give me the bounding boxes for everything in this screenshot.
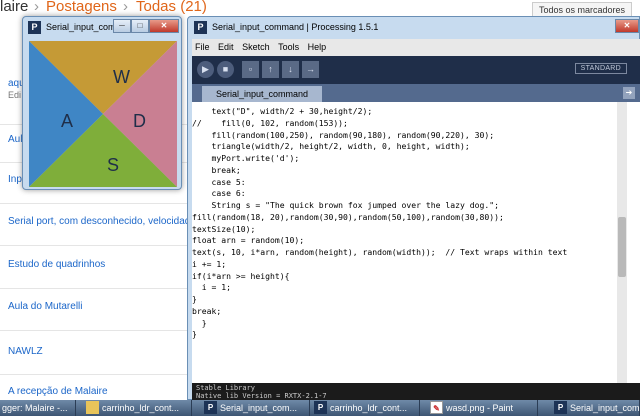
- run-button[interactable]: ▶: [197, 61, 214, 78]
- processing-icon: P: [554, 401, 567, 414]
- divider: [0, 288, 190, 289]
- processing-icon: P: [28, 21, 41, 34]
- divider: [0, 245, 190, 246]
- code-line: String s = "The quick brown fox jumped o…: [192, 200, 499, 210]
- taskbar-item-paint[interactable]: ✎ wasd.png - Paint: [426, 400, 538, 416]
- ide-titlebar[interactable]: P Serial_input_command | Processing 1.5.…: [188, 17, 639, 39]
- open-button[interactable]: ↑: [262, 61, 279, 78]
- taskbar-item-blogger[interactable]: gger: Malaire -...: [0, 400, 76, 416]
- save-button[interactable]: ↓: [282, 61, 299, 78]
- console-line: Stable Library: [196, 384, 256, 392]
- code-line: textSize(10);: [192, 223, 256, 234]
- vertical-scrollbar[interactable]: [617, 102, 627, 383]
- console-line: Native lib Version = RXTX-2.1-7: [196, 392, 327, 400]
- export-button[interactable]: →: [302, 61, 319, 78]
- breadcrumb-separator: ›: [123, 0, 128, 15]
- post-edit-link[interactable]: Edi: [8, 90, 21, 100]
- taskbar-item-processing[interactable]: Pcarrinho_ldr_cont...: [310, 400, 420, 416]
- processing-icon: P: [204, 401, 217, 414]
- code-line: if(i*arn >= height){: [192, 270, 290, 281]
- folder-icon: [86, 401, 99, 414]
- wasd-drawing: W A D S: [29, 41, 177, 187]
- code-line: case 5:: [192, 176, 246, 187]
- tab-menu-arrow-icon[interactable]: ➔: [623, 87, 635, 99]
- ide-window-title: Serial_input_command | Processing 1.5.1: [212, 22, 379, 32]
- post-title[interactable]: Estudo de quadrinhos: [8, 259, 105, 270]
- taskbar-item-folder[interactable]: carrinho_ldr_cont...: [82, 400, 192, 416]
- code-line: text(s, 10, i*arn, random(height), rando…: [192, 247, 568, 257]
- paint-icon: ✎: [430, 401, 443, 414]
- code-line: break;: [192, 164, 241, 175]
- code-text[interactable]: text("D", width/2 + 30,height/2); // fil…: [192, 106, 587, 341]
- divider: [0, 203, 190, 204]
- taskbar-item-processing[interactable]: P Serial_input_com...: [200, 400, 310, 416]
- divider: [0, 374, 190, 375]
- post-title[interactable]: Aul: [8, 134, 22, 145]
- menu-help[interactable]: Help: [305, 39, 330, 52]
- taskbar-item-processing[interactable]: P Serial_input_com...: [550, 400, 640, 416]
- breadcrumb-postagens[interactable]: Postagens: [46, 0, 117, 15]
- post-title[interactable]: A recepção de Malaire: [8, 386, 108, 397]
- taskbar-item-label: Serial_input_com...: [570, 403, 640, 413]
- sketch-titlebar[interactable]: P Serial_input_comm... ─ □ ✕: [23, 17, 181, 39]
- menu-edit[interactable]: Edit: [215, 39, 237, 52]
- code-line: }: [192, 294, 197, 304]
- menu-file[interactable]: File: [192, 39, 213, 52]
- new-button[interactable]: ▫: [242, 61, 259, 78]
- code-line: text("D", width/2 + 30,height/2);: [192, 106, 373, 116]
- post-title[interactable]: Serial port, com desconhecido, velocidad: [8, 216, 190, 227]
- processing-icon: P: [194, 21, 207, 34]
- minimize-button[interactable]: ─: [113, 19, 131, 33]
- taskbar: gger: Malaire -... carrinho_ldr_cont... …: [0, 400, 640, 416]
- code-line: }: [192, 329, 197, 340]
- breadcrumb-todas[interactable]: Todas (21): [136, 0, 207, 15]
- taskbar-item-label: Serial_input_com...: [220, 403, 298, 413]
- tab-serial-input-command[interactable]: Serial_input_command: [202, 86, 323, 102]
- stop-button[interactable]: ■: [217, 61, 234, 78]
- code-line: triangle(width/2, height/2, width, 0, he…: [192, 141, 470, 152]
- mode-selector[interactable]: STANDARD: [574, 63, 627, 74]
- breadcrumb-separator: ›: [34, 0, 39, 15]
- code-line: fill(random(100,250), random(90,180), ra…: [192, 129, 495, 140]
- code-line: float arn = random(10);: [192, 235, 305, 246]
- code-line: // fill(0, 102, random(153));: [192, 117, 348, 128]
- code-line: i += 1;: [192, 258, 227, 269]
- letter-w: W: [113, 67, 130, 87]
- post-title[interactable]: Inp: [8, 174, 22, 185]
- taskbar-item-label: carrinho_ldr_cont...: [102, 403, 180, 413]
- taskbar-item-label: gger: Malaire -...: [2, 403, 68, 413]
- code-line: case 6:: [192, 188, 246, 199]
- close-button[interactable]: ✕: [149, 19, 179, 33]
- taskbar-item-label: wasd.png - Paint: [446, 403, 514, 413]
- code-editor[interactable]: text("D", width/2 + 30,height/2); // fil…: [192, 102, 640, 383]
- console-output: Stable Library Native lib Version = RXTX-…: [192, 383, 640, 401]
- close-button[interactable]: ✕: [615, 19, 639, 33]
- code-line: }: [192, 317, 207, 328]
- ide-toolbar: ▶ ■ ▫ ↑ ↓ → STANDARD: [192, 56, 640, 84]
- breadcrumb-blog[interactable]: laire: [0, 0, 28, 15]
- processing-icon: P: [314, 401, 327, 414]
- maximize-button[interactable]: □: [131, 19, 149, 33]
- letter-s: S: [107, 155, 119, 175]
- code-line: myPort.write('d');: [192, 153, 300, 163]
- divider: [0, 330, 190, 331]
- code-line: i = 1;: [192, 282, 231, 293]
- code-line: break;: [192, 305, 222, 316]
- scrollbar-thumb[interactable]: [618, 217, 626, 277]
- sketch-canvas[interactable]: W A D S: [29, 41, 177, 187]
- processing-ide-window[interactable]: P Serial_input_command | Processing 1.5.…: [187, 16, 640, 401]
- taskbar-item-label: carrinho_ldr_cont...: [330, 403, 408, 413]
- letter-d: D: [133, 111, 146, 131]
- menu-bar: File Edit Sketch Tools Help: [192, 39, 640, 56]
- letter-a: A: [61, 111, 73, 131]
- code-line: fill(random(18, 20),random(30,90),random…: [192, 211, 504, 222]
- menu-sketch[interactable]: Sketch: [239, 39, 273, 52]
- tab-bar: Serial_input_command ➔: [192, 84, 640, 102]
- sketch-window[interactable]: P Serial_input_comm... ─ □ ✕ W A D S: [22, 16, 182, 190]
- post-title[interactable]: NAWLZ: [8, 346, 43, 357]
- menu-tools[interactable]: Tools: [275, 39, 302, 52]
- post-title[interactable]: Aula do Mutarelli: [8, 301, 82, 312]
